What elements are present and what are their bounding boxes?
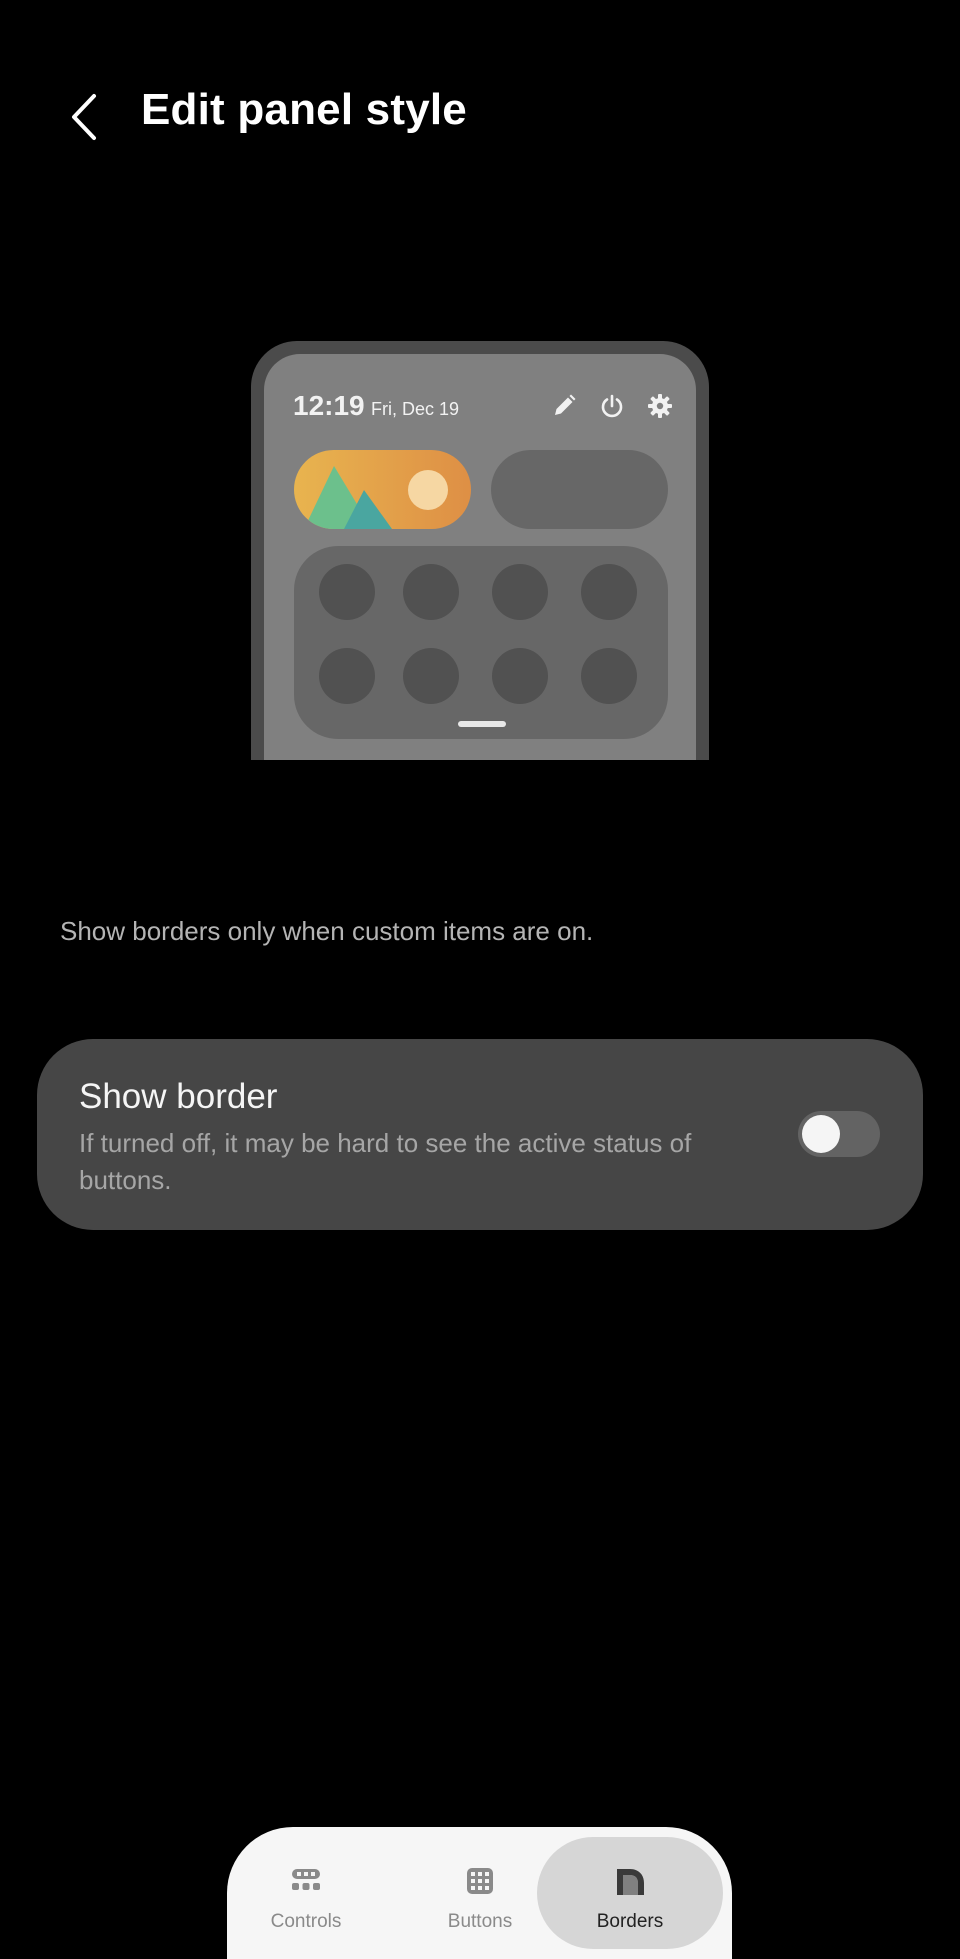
nav-item-controls[interactable]: Controls [231, 1827, 381, 1959]
quick-button [319, 648, 375, 704]
header: Edit panel style [0, 60, 960, 170]
nav-label-controls: Controls [270, 1911, 342, 1932]
nav-item-buttons[interactable]: Buttons [405, 1827, 555, 1959]
quick-button [492, 564, 548, 620]
back-button[interactable] [55, 82, 111, 152]
borders-icon [612, 1863, 648, 1899]
setting-title: Show border [79, 1077, 278, 1116]
pencil-icon [550, 392, 578, 420]
bottom-nav: Controls Buttons Borders [227, 1827, 732, 1959]
show-border-setting[interactable]: Show border If turned off, it may be har… [37, 1039, 923, 1230]
chevron-left-icon [72, 94, 96, 140]
media-pill [294, 450, 471, 529]
setting-subtitle: If turned off, it may be hard to see the… [79, 1128, 692, 1195]
controls-icon [288, 1863, 324, 1899]
drag-handle [458, 721, 506, 727]
buttons-grid-icon [462, 1863, 498, 1899]
preview-icons [550, 392, 674, 420]
nav-label-borders: Borders [596, 1911, 664, 1932]
preview-date: Fri, Dec 19 [371, 399, 460, 419]
quick-button [403, 564, 459, 620]
show-border-toggle[interactable] [798, 1111, 880, 1157]
panel-preview-screen: 12:19 Fri, Dec 19 [264, 354, 696, 760]
landscape-icon [304, 466, 448, 529]
empty-pill [491, 450, 668, 529]
page-title: Edit panel style [141, 85, 467, 134]
preview-time: 12:19 [293, 390, 365, 421]
quick-button [319, 564, 375, 620]
nav-item-borders[interactable]: Borders [537, 1837, 723, 1949]
quick-button [492, 648, 548, 704]
quick-button [581, 564, 637, 620]
toggle-knob [802, 1115, 840, 1153]
nav-label-buttons: Buttons [447, 1911, 513, 1932]
quick-button [581, 648, 637, 704]
description-text: Show borders only when custom items are … [60, 916, 594, 946]
power-icon [598, 392, 626, 420]
quick-buttons-grid [294, 546, 668, 739]
gear-icon [646, 392, 674, 420]
panel-preview: 12:19 Fri, Dec 19 [251, 341, 709, 760]
quick-button [403, 648, 459, 704]
